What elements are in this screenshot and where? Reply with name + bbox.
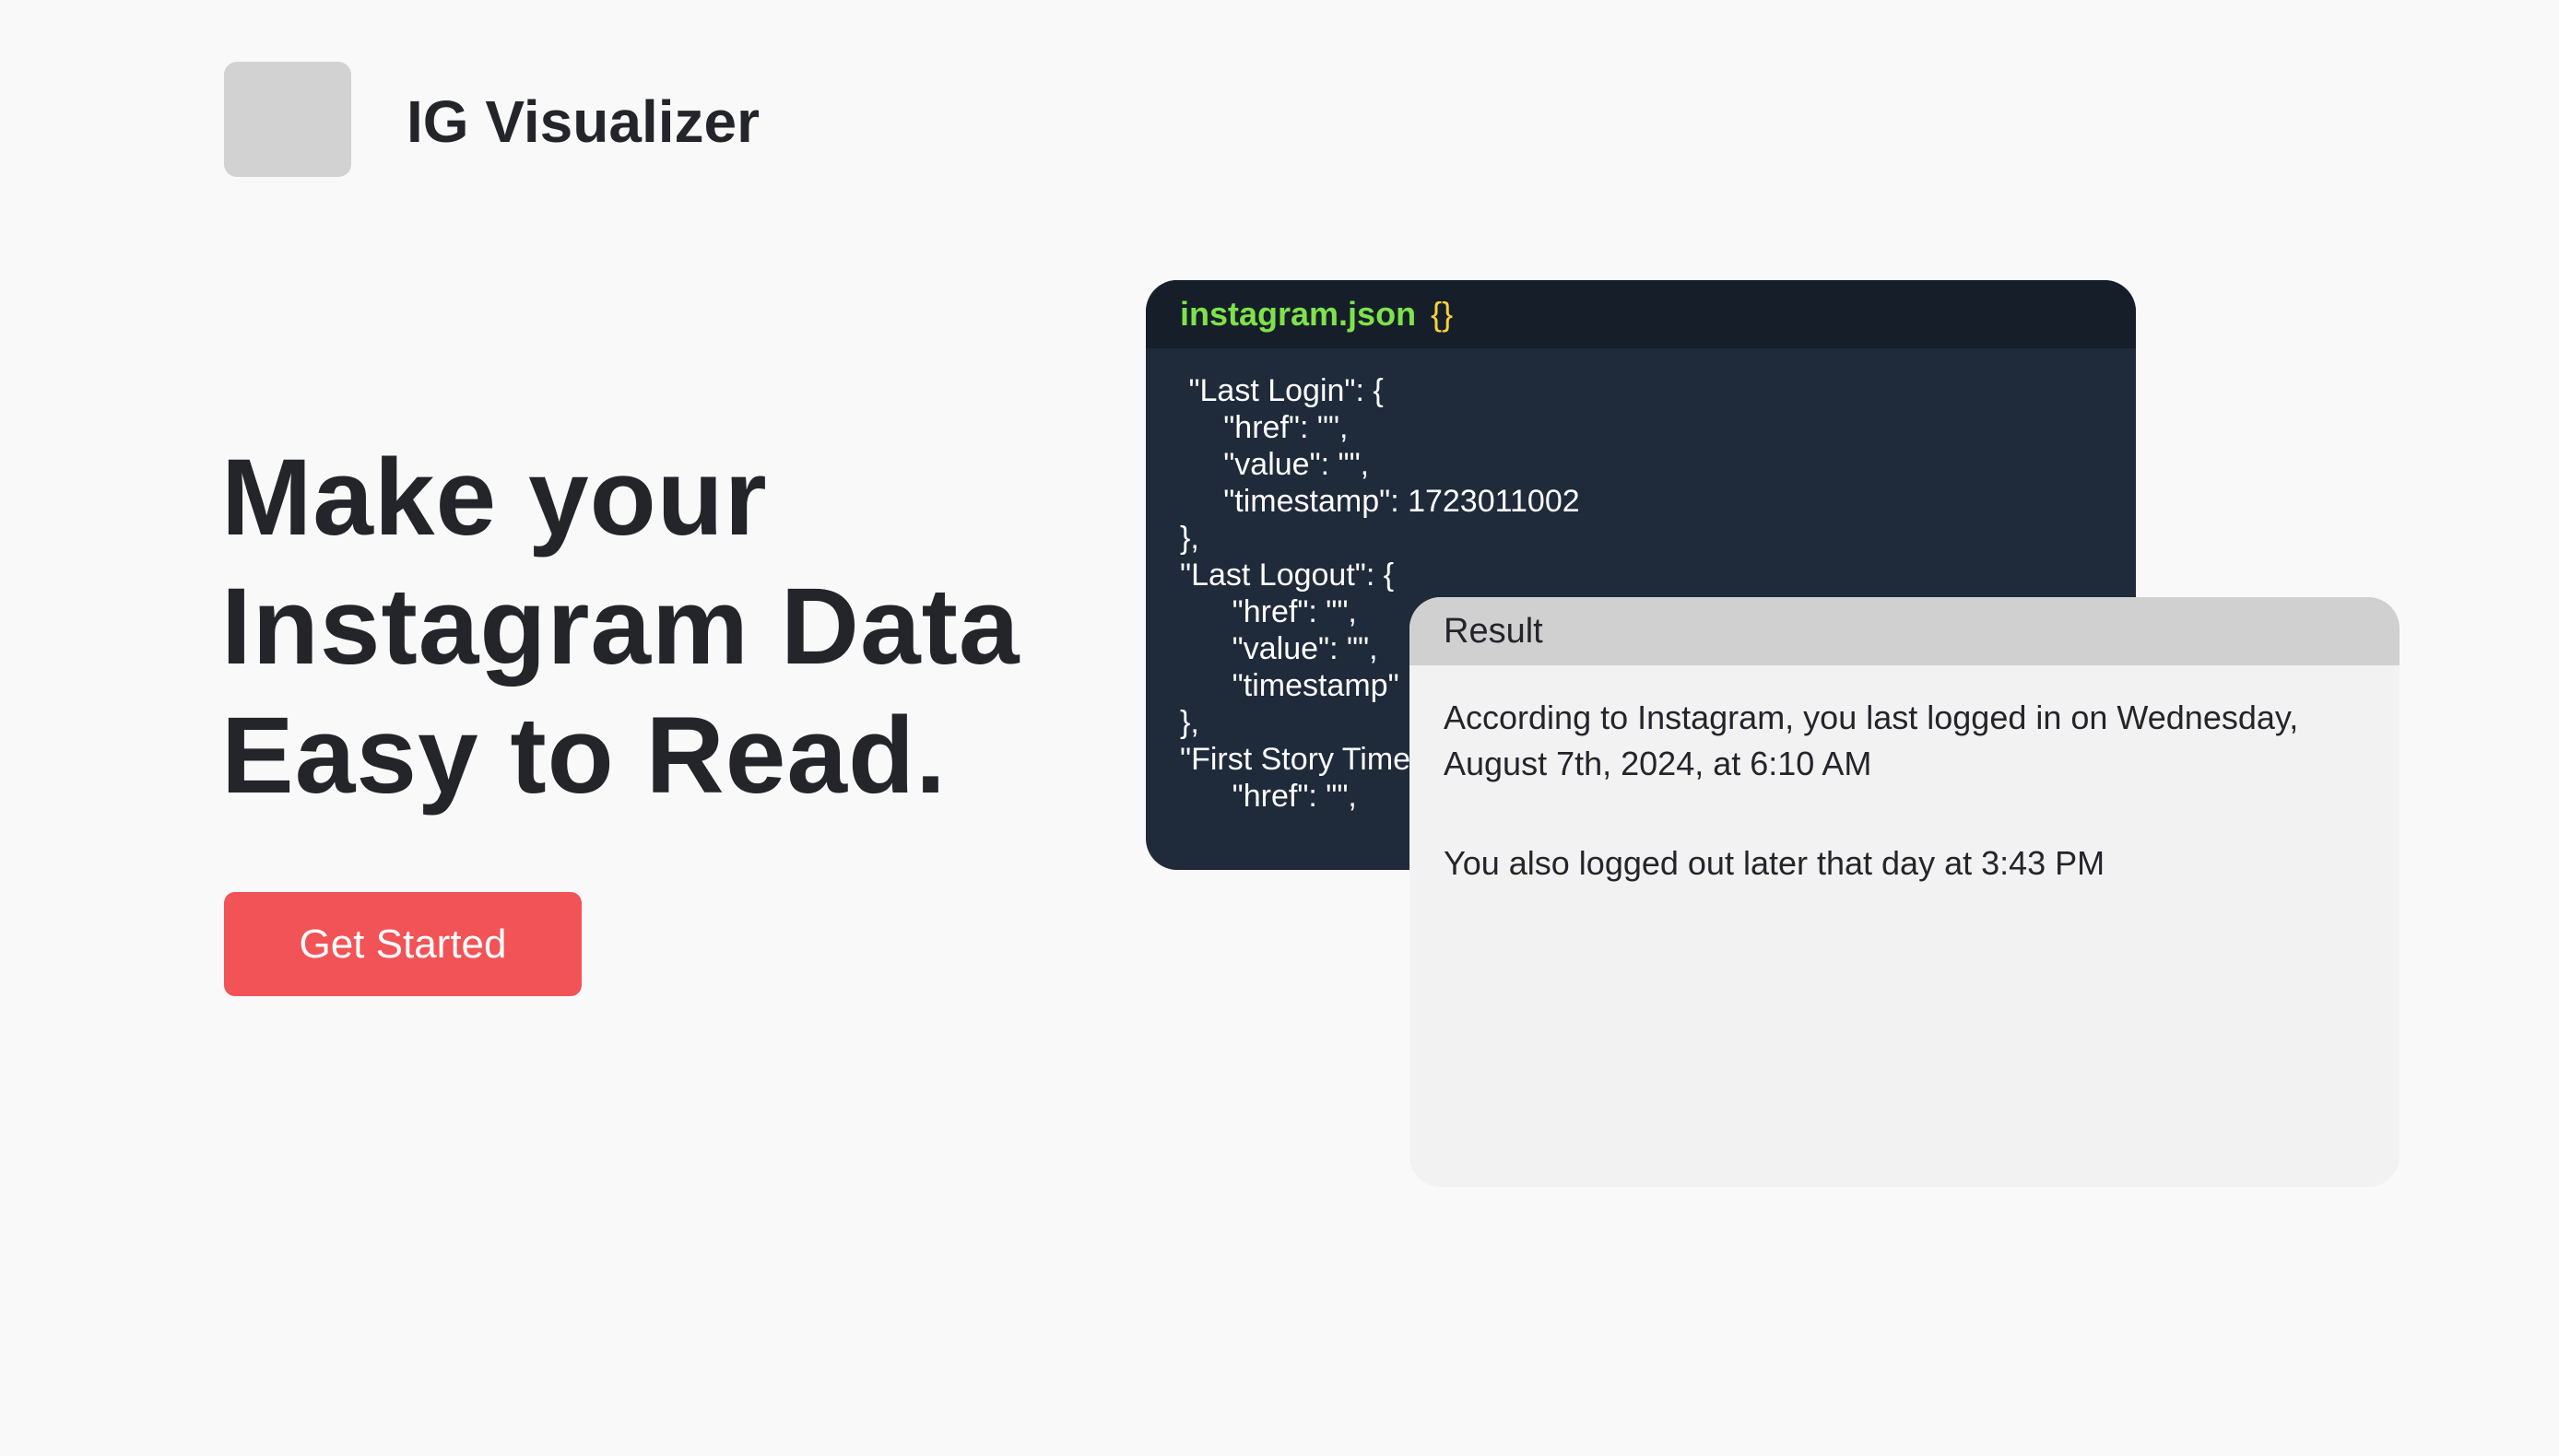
result-panel-title: Result <box>1409 597 2400 665</box>
code-line: "timestamp": 1723011002 <box>1180 484 1580 519</box>
hero-title: Make your Instagram Data Easy to Read. <box>221 433 1143 820</box>
result-paragraph: According to Instagram, you last logged … <box>1444 699 2299 782</box>
code-line: "Last Login": { <box>1180 373 1384 408</box>
logo-placeholder <box>224 62 351 177</box>
hero-title-line: Make your <box>221 437 768 558</box>
hero-title-line: Instagram Data <box>221 566 1020 687</box>
json-braces-icon: {} <box>1431 295 1454 333</box>
code-line: "Last Logout": { <box>1180 558 1395 593</box>
result-paragraph: You also logged out later that day at 3:… <box>1444 844 2105 882</box>
get-started-button[interactable]: Get Started <box>224 892 582 996</box>
app-title: IG Visualizer <box>407 88 760 155</box>
result-panel: Result According to Instagram, you last … <box>1409 597 2400 1187</box>
code-line: }, <box>1180 521 1199 556</box>
json-filename: instagram.json <box>1180 295 1417 333</box>
code-line: "value": "", <box>1180 447 1370 482</box>
code-panel-header: instagram.json {} <box>1146 280 2136 348</box>
result-body: According to Instagram, you last logged … <box>1409 665 2400 887</box>
code-line: "href": "", <box>1180 410 1349 445</box>
hero-title-line: Easy to Read. <box>221 695 947 816</box>
